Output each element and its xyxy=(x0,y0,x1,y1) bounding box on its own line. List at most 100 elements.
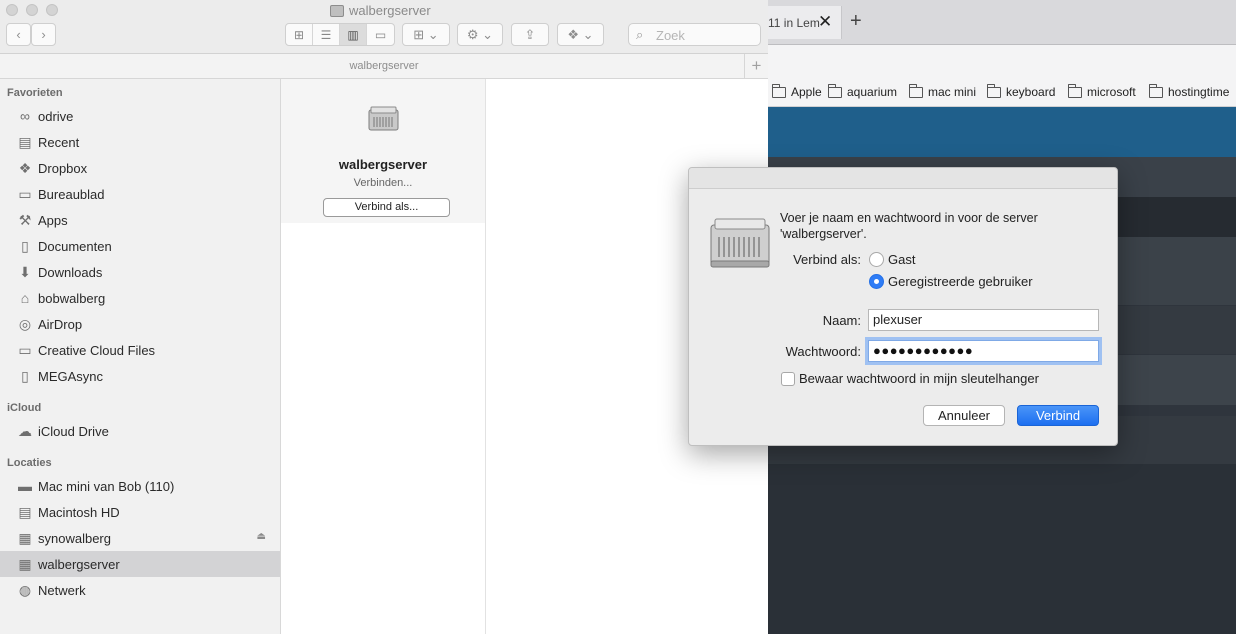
share-button[interactable]: ⇪ xyxy=(511,23,549,46)
guest-radio[interactable] xyxy=(869,252,884,267)
server-login-dialog: Voer je naam en wachtwoord in voor de se… xyxy=(688,167,1118,446)
sidebar-header-icloud: iCloud xyxy=(7,402,42,414)
gallery-view-icon[interactable]: ▭ xyxy=(367,24,394,45)
server-icon xyxy=(368,106,399,131)
sidebar-item-bobwalberg[interactable]: ⌂ bobwalberg xyxy=(0,285,280,311)
sidebar-item-airdrop[interactable]: ◎ AirDrop xyxy=(0,311,280,337)
bookmark-folder[interactable]: hostingtime xyxy=(1149,83,1229,99)
browser-tab-title: 11 in Lem xyxy=(768,16,820,30)
bookmark-folder[interactable]: keyboard xyxy=(987,83,1055,99)
connect-button[interactable]: Verbind xyxy=(1017,405,1099,426)
name-label: Naam: xyxy=(822,313,861,328)
search-input[interactable]: ⌕ Zoek xyxy=(628,23,761,46)
recent-icon: ▤ xyxy=(18,133,32,150)
finder-window: walbergserver ‹ › ⊞ ☰ ▥ ▭ ⊞ ⌄ ⚙ ⌄ ⇪ ❖ ⌄ … xyxy=(0,0,768,634)
dialog-titlebar xyxy=(689,168,1117,189)
applications-icon: ⚒ xyxy=(18,211,32,228)
download-icon: ⬇ xyxy=(19,263,31,280)
server-connection-panel: walbergserver Verbinden... Verbind als..… xyxy=(281,79,485,223)
new-tab-icon[interactable]: + xyxy=(850,10,862,33)
folder-icon xyxy=(772,83,786,98)
sidebar-item-mac-mini[interactable]: ▬ Mac mini van Bob (110) xyxy=(0,473,280,499)
network-icon: ◍ xyxy=(18,581,32,598)
sidebar-item-icloud-drive[interactable]: ☁ iCloud Drive xyxy=(0,418,280,444)
sidebar-item-creative-cloud[interactable]: ▭ Creative Cloud Files xyxy=(0,337,280,363)
back-button[interactable]: ‹ xyxy=(6,23,31,46)
eject-icon[interactable]: ⏏ xyxy=(257,531,266,542)
server-icon: ▦ xyxy=(18,529,32,546)
view-mode-switcher: ⊞ ☰ ▥ ▭ xyxy=(285,23,395,46)
name-field[interactable]: plexuser xyxy=(868,309,1099,331)
registered-user-radio[interactable] xyxy=(869,274,884,289)
search-icon: ⌕ xyxy=(636,27,644,42)
page-header-band xyxy=(768,107,1236,157)
server-icon: ▦ xyxy=(18,555,32,572)
minimize-window-icon[interactable] xyxy=(26,4,38,16)
search-placeholder: Zoek xyxy=(656,28,685,43)
remember-password-label: Bewaar wachtwoord in mijn sleutelhanger xyxy=(799,371,1039,386)
close-tab-icon[interactable]: ✕ xyxy=(818,12,832,32)
sidebar-item-documenten[interactable]: ▯ Documenten xyxy=(0,233,280,259)
hard-drive-icon: ▤ xyxy=(18,503,32,520)
folder-icon xyxy=(909,83,923,98)
sidebar-item-megasync[interactable]: ▯ MEGAsync xyxy=(0,363,280,389)
remember-password-checkbox[interactable] xyxy=(781,372,795,386)
sidebar-item-walbergserver[interactable]: ▦ walbergserver xyxy=(0,551,280,577)
sidebar-header-locations: Locaties xyxy=(7,457,52,469)
bookmarks-bar: Apple aquarium mac mini keyboard microso… xyxy=(768,45,1236,107)
registered-user-option-label: Geregistreerde gebruiker xyxy=(888,274,1033,289)
home-icon: ⌂ xyxy=(20,290,30,306)
sidebar-item-recent[interactable]: ▤ Recent xyxy=(0,129,280,155)
sidebar-item-macintosh-hd[interactable]: ▤ Macintosh HD xyxy=(0,499,280,525)
close-window-icon[interactable] xyxy=(6,4,18,16)
cancel-button[interactable]: Annuleer xyxy=(923,405,1005,426)
dropbox-button[interactable]: ❖ ⌄ xyxy=(557,23,604,46)
bookmark-folder[interactable]: aquarium xyxy=(828,83,897,99)
airdrop-icon: ◎ xyxy=(18,315,32,332)
document-icon: ▯ xyxy=(21,367,29,384)
folder-icon xyxy=(1149,83,1163,98)
finder-toolbar: walbergserver ‹ › ⊞ ☰ ▥ ▭ ⊞ ⌄ ⚙ ⌄ ⇪ ❖ ⌄ … xyxy=(0,0,768,54)
connect-as-button[interactable]: Verbind als... xyxy=(323,198,450,217)
bookmark-folder[interactable]: Apple xyxy=(772,83,822,99)
add-tab-button[interactable]: + xyxy=(744,54,768,79)
zoom-window-icon[interactable] xyxy=(46,4,58,16)
login-prompt: Voer je naam en wachtwoord in voor de se… xyxy=(780,211,1038,241)
tab-bar: walbergserver + xyxy=(0,54,768,79)
sidebar-item-netwerk[interactable]: ◍ Netwerk xyxy=(0,577,280,603)
tab-title: walbergserver xyxy=(349,60,419,72)
group-button[interactable]: ⊞ ⌄ xyxy=(402,23,450,46)
odrive-icon: ∞ xyxy=(20,108,30,124)
folder-icon: ▭ xyxy=(18,341,32,358)
sidebar-item-downloads[interactable]: ⬇ Downloads xyxy=(0,259,280,285)
server-name: walbergserver xyxy=(338,157,428,172)
sidebar: Favorieten ∞ odrive ▤ Recent ❖ Dropbox ▭ Bur… xyxy=(0,79,281,634)
column-view-pane: walbergserver Verbinden... Verbind als..… xyxy=(281,79,486,634)
browser-tab-strip: 11 in Lem ✕ + xyxy=(768,0,1236,45)
list-view-icon[interactable]: ☰ xyxy=(313,24,340,45)
guest-option-label: Gast xyxy=(888,252,916,267)
icon-view-icon[interactable]: ⊞ xyxy=(286,24,313,45)
action-gear-button[interactable]: ⚙ ⌄ xyxy=(457,23,503,46)
bookmark-folder[interactable]: mac mini xyxy=(909,83,976,99)
folder-icon xyxy=(1068,83,1082,98)
sidebar-item-apps[interactable]: ⚒ Apps xyxy=(0,207,280,233)
computer-icon: ▬ xyxy=(18,478,32,494)
window-title: walbergserver xyxy=(330,3,431,18)
page-band xyxy=(768,464,1236,634)
sidebar-item-synowalberg[interactable]: ▦ synowalberg ⏏ xyxy=(0,525,280,551)
forward-button[interactable]: › xyxy=(31,23,56,46)
cloud-icon: ☁ xyxy=(18,422,32,439)
sidebar-item-odrive[interactable]: ∞ odrive xyxy=(0,103,280,129)
connect-as-label: Verbind als: xyxy=(793,252,861,267)
bookmark-folder[interactable]: microsoft xyxy=(1068,83,1136,99)
file-server-icon xyxy=(710,218,770,268)
document-icon: ▯ xyxy=(21,237,29,254)
sidebar-item-bureaublad[interactable]: ▭ Bureaublad xyxy=(0,181,280,207)
server-icon xyxy=(330,4,344,17)
sidebar-item-dropbox[interactable]: ❖ Dropbox xyxy=(0,155,280,181)
folder-icon xyxy=(828,83,842,98)
column-view-icon[interactable]: ▥ xyxy=(340,24,367,45)
password-field[interactable]: ●●●●●●●●●●●● xyxy=(868,340,1099,362)
browser-tab[interactable]: 11 in Lem ✕ xyxy=(768,6,842,39)
